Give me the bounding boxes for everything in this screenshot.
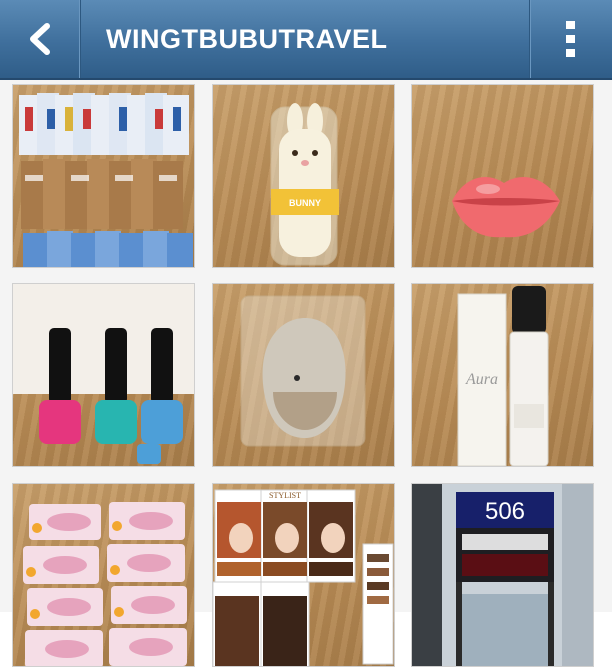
hair-dye-image: STYLIST (213, 489, 394, 666)
cc-cream-image: Aura (457, 286, 549, 466)
photo-nail-polish[interactable] (12, 283, 195, 467)
sheet-masks-image (19, 93, 193, 267)
photo-lip-balm[interactable] (411, 84, 594, 268)
photo-sheet-masks[interactable] (12, 84, 195, 268)
top-bar: WINGTBUBUTRAVEL (0, 0, 612, 80)
lip-masks-image (23, 502, 187, 666)
photo-lip-masks[interactable] (12, 483, 195, 667)
gate-number-text: 506 (485, 498, 525, 525)
photo-grid: BUNNY Aura STYLIST 506 (0, 80, 612, 667)
more-vertical-icon (566, 21, 575, 57)
photo-gate-sign[interactable]: 506 (411, 483, 594, 667)
more-options-button[interactable] (529, 0, 612, 78)
back-button[interactable] (0, 0, 81, 78)
chevron-left-icon (30, 23, 50, 55)
lip-balm-image (452, 177, 560, 238)
photo-makeup-sponge[interactable] (212, 283, 395, 467)
hair-dye-box-label: STYLIST (269, 491, 301, 500)
photo-bunny-hand-cream[interactable]: BUNNY (212, 84, 395, 268)
nail-polish-image (13, 284, 194, 464)
makeup-sponge-image (240, 295, 366, 447)
cc-cream-box-label: Aura (465, 371, 498, 388)
gate-sign-image: 506 (412, 484, 593, 666)
bunny-package-label: BUNNY (289, 198, 321, 208)
profile-title: WINGTBUBUTRAVEL (106, 23, 388, 54)
photo-cc-cream[interactable]: Aura (411, 283, 594, 467)
bunny-hand-cream-image: BUNNY (270, 103, 339, 266)
photo-hair-dye[interactable]: STYLIST (212, 483, 395, 667)
